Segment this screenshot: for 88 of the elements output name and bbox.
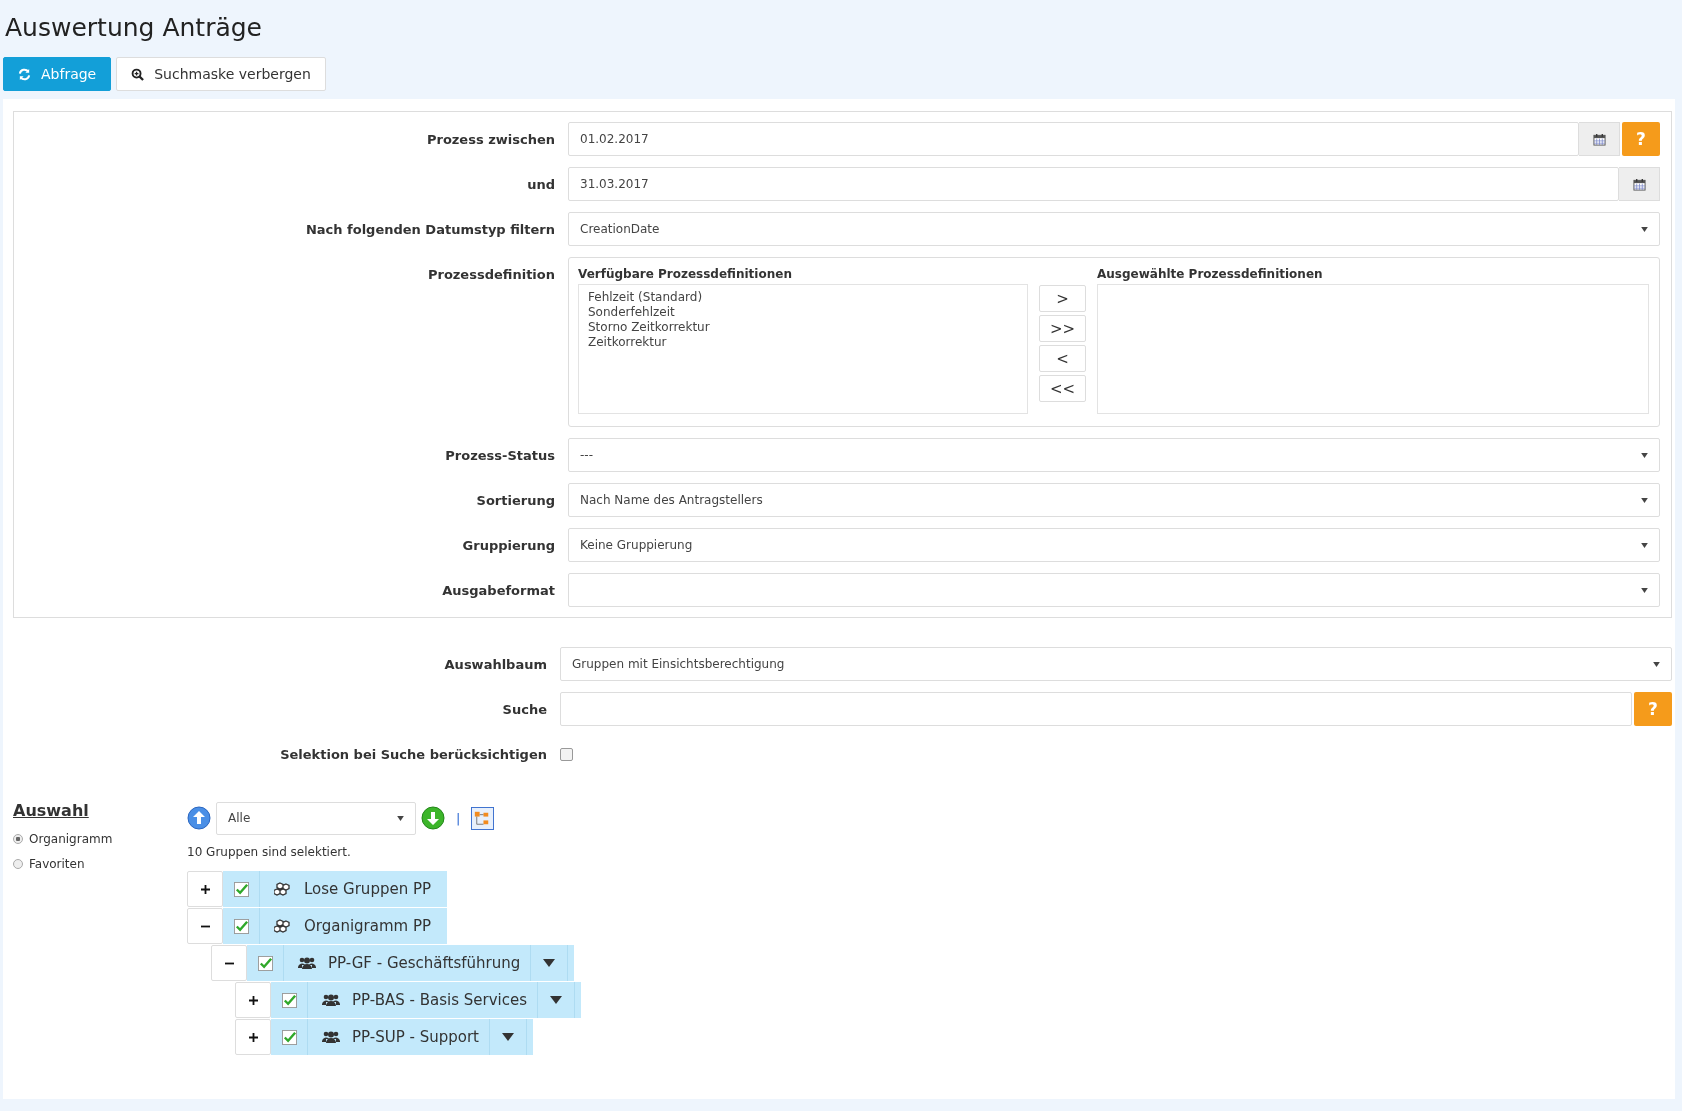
calendar-button[interactable]: [1619, 167, 1660, 201]
field-label: Selektion bei Suche berücksichtigen: [279, 746, 547, 762]
level-select[interactable]: Alle: [216, 801, 416, 835]
caret-icon: [1641, 542, 1648, 548]
move-button[interactable]: >>: [1039, 315, 1086, 342]
calendar-button[interactable]: [1579, 122, 1620, 156]
caret-icon: [1641, 587, 1648, 593]
cubes-icon: [274, 882, 292, 896]
menu-button[interactable]: [488, 1019, 527, 1055]
list-item[interactable]: Fehlzeit (Standard): [588, 290, 703, 305]
checkbox[interactable]: [257, 955, 273, 971]
tree-node[interactable]: PP-GF - Geschäftsführung: [247, 945, 575, 981]
tree-node[interactable]: PP-BAS - Basis Services: [271, 982, 581, 1018]
node-label: PP-SUP - Support: [352, 1028, 479, 1046]
plus-icon: [248, 1032, 258, 1042]
tree-node[interactable]: Organigramm PP: [223, 908, 448, 944]
menu-button[interactable]: [530, 945, 569, 981]
select-field[interactable]: Keine Gruppierung: [568, 528, 1660, 562]
field-label: Prozess-Status: [444, 447, 555, 463]
list-item[interactable]: Storno Zeitkorrektur: [588, 320, 710, 335]
select-field[interactable]: ---: [568, 438, 1660, 472]
checkbox[interactable]: [233, 918, 249, 934]
caret-icon: [1653, 661, 1660, 667]
users-icon: [322, 1030, 340, 1044]
expand-toggle[interactable]: [187, 871, 223, 907]
menu-button[interactable]: [536, 982, 575, 1018]
chart-icon[interactable]: [471, 806, 495, 830]
field-label: Suche: [501, 701, 547, 717]
node-label: Lose Gruppen PP: [304, 880, 432, 898]
selection-status: 10 Gruppen sind selektiert.: [187, 845, 351, 859]
caret-icon: [501, 1033, 514, 1041]
radio-option[interactable]: Organigramm: [13, 826, 113, 851]
field-label: Sortierung: [475, 492, 555, 508]
plus-icon: [248, 995, 258, 1005]
field-label: Gruppierung: [461, 537, 555, 553]
caret-icon: [549, 996, 562, 1004]
tree-node[interactable]: Lose Gruppen PP: [223, 871, 448, 907]
expand-toggle[interactable]: [235, 982, 271, 1018]
field-label: Prozessdefinition: [426, 267, 555, 282]
users-icon: [322, 993, 340, 1007]
page-title: Auswertung Anträge: [4, 12, 263, 44]
plus-icon: [200, 884, 210, 894]
checkbox[interactable]: [281, 1029, 297, 1045]
checkbox[interactable]: [281, 992, 297, 1008]
node-label: Organigramm PP: [304, 917, 432, 935]
expand-toggle[interactable]: [235, 1019, 271, 1055]
field-label: Auswahlbaum: [443, 656, 547, 672]
radio-option[interactable]: Favoriten: [13, 851, 85, 876]
list-title: Ausgewählte Prozessdefinitionen: [1097, 267, 1324, 281]
move-button[interactable]: >: [1039, 285, 1086, 312]
expand-toggle[interactable]: [187, 908, 223, 944]
caret-icon: [1641, 497, 1648, 503]
calendar-icon: [1592, 132, 1606, 146]
date-field[interactable]: 31.03.2017: [568, 167, 1619, 201]
node-label: PP-GF - Geschäftsführung: [328, 954, 521, 972]
checkbox[interactable]: [560, 747, 573, 761]
select-field[interactable]: [568, 573, 1660, 607]
node-label: PP-BAS - Basis Services: [352, 991, 527, 1009]
select-field[interactable]: Gruppen mit Einsichtsberechtigung: [560, 647, 1672, 681]
move-button[interactable]: <<: [1039, 375, 1086, 402]
list-box[interactable]: Fehlzeit (Standard) Sonderfehlzeit Storno Zeitkorrektur Zeitkorrektur: [578, 284, 1028, 414]
list-item[interactable]: Sonderfehlzeit: [588, 305, 675, 320]
list-title: Verfügbare Prozessdefinitionen: [578, 267, 793, 281]
toolbar-button[interactable]: Suchmaske verbergen: [116, 57, 326, 91]
cubes-icon: [274, 919, 292, 933]
checkbox[interactable]: [233, 881, 249, 897]
field-label: Ausgabeformat: [441, 582, 555, 598]
date-field[interactable]: 01.02.2017: [568, 122, 1579, 156]
field-label: Prozess zwischen: [425, 131, 555, 147]
select-field[interactable]: Nach Name des Antragstellers: [568, 483, 1660, 517]
list-item[interactable]: Zeitkorrektur: [588, 335, 667, 350]
section-title: Auswahl: [13, 801, 89, 820]
separator: |: [456, 810, 461, 826]
caret-icon: [397, 815, 404, 821]
zoom-icon: [131, 67, 145, 81]
search-field[interactable]: [560, 692, 1632, 726]
users-icon: [298, 956, 316, 970]
field-label: und: [526, 176, 555, 192]
caret-icon: [1641, 452, 1648, 458]
select-field[interactable]: CreationDate: [568, 212, 1660, 246]
refresh-icon: [18, 67, 31, 81]
calendar-icon: [1632, 177, 1646, 191]
expand-toggle[interactable]: [211, 945, 247, 981]
caret-icon: [543, 959, 556, 967]
move-button[interactable]: <: [1039, 345, 1086, 372]
caret-icon: [1641, 226, 1648, 232]
tree-node[interactable]: PP-SUP - Support: [271, 1019, 533, 1055]
field-label: Nach folgenden Datumstyp filtern: [304, 221, 555, 237]
